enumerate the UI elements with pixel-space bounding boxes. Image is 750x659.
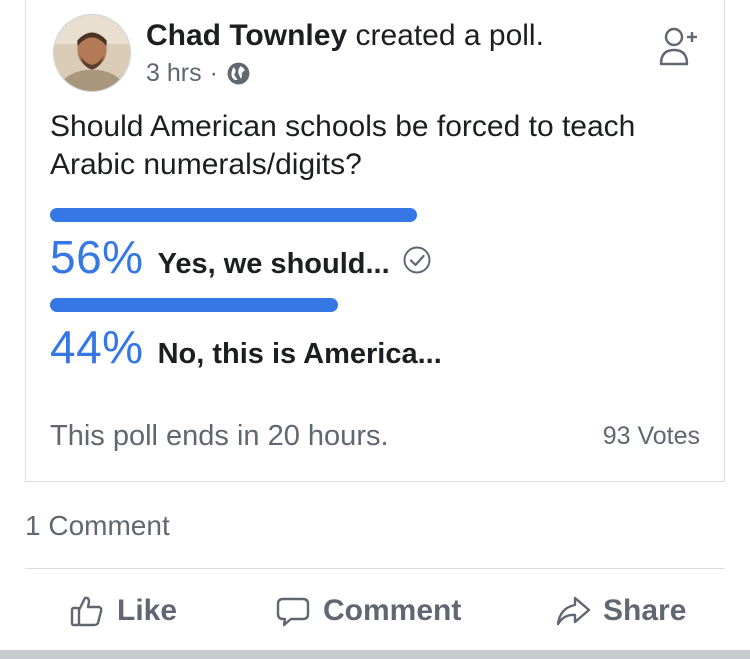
poll-option-label: Yes, we should... — [157, 248, 390, 280]
comment-bubble-icon — [276, 597, 310, 627]
poll-option-yes[interactable]: 56% Yes, we should... — [50, 230, 432, 284]
like-label: Like — [117, 594, 178, 627]
poll-question: Should American schools be forced to tea… — [50, 110, 636, 181]
meta-separator: · — [209, 59, 218, 87]
author-name-link[interactable]: Chad Townley — [146, 19, 347, 52]
feed-separator — [0, 650, 750, 659]
poll-votes-count[interactable]: 93 Votes — [603, 422, 700, 451]
share-button[interactable]: Share — [555, 580, 686, 642]
poll-post-card: Chad Townley created a poll. 3 hrs · Sho… — [25, 0, 725, 482]
share-label: Share — [603, 594, 687, 627]
poll-option-no[interactable]: 44% No, this is America... — [50, 320, 442, 374]
globe-icon[interactable] — [226, 61, 251, 86]
post-action-bar: Like Comment Share — [25, 580, 725, 642]
add-friend-icon[interactable] — [658, 24, 698, 68]
actions-divider — [25, 568, 725, 569]
poll-option-label: No, this is America... — [157, 338, 442, 370]
post-action-text: created a poll. — [347, 19, 544, 52]
comment-count-link[interactable]: 1 Comment — [25, 510, 170, 542]
thumbs-up-icon — [70, 596, 103, 627]
post-meta: 3 hrs · — [146, 58, 251, 88]
poll-option-percent: 44% — [50, 321, 144, 373]
comment-button[interactable]: Comment — [275, 580, 461, 642]
poll-result-bar-yes — [50, 208, 417, 222]
poll-option-percent: 56% — [50, 231, 144, 283]
poll-ends-text: This poll ends in 20 hours. — [50, 420, 389, 452]
share-arrow-icon — [556, 596, 591, 626]
comment-label: Comment — [323, 594, 462, 627]
avatar-image — [54, 15, 130, 91]
poll-result-bar-no — [50, 298, 338, 312]
like-button[interactable]: Like — [69, 580, 177, 642]
author-avatar[interactable] — [53, 14, 131, 92]
voted-check-icon — [403, 246, 431, 274]
post-header: Chad Townley created a poll. — [146, 18, 544, 54]
post-timestamp[interactable]: 3 hrs — [146, 58, 202, 88]
